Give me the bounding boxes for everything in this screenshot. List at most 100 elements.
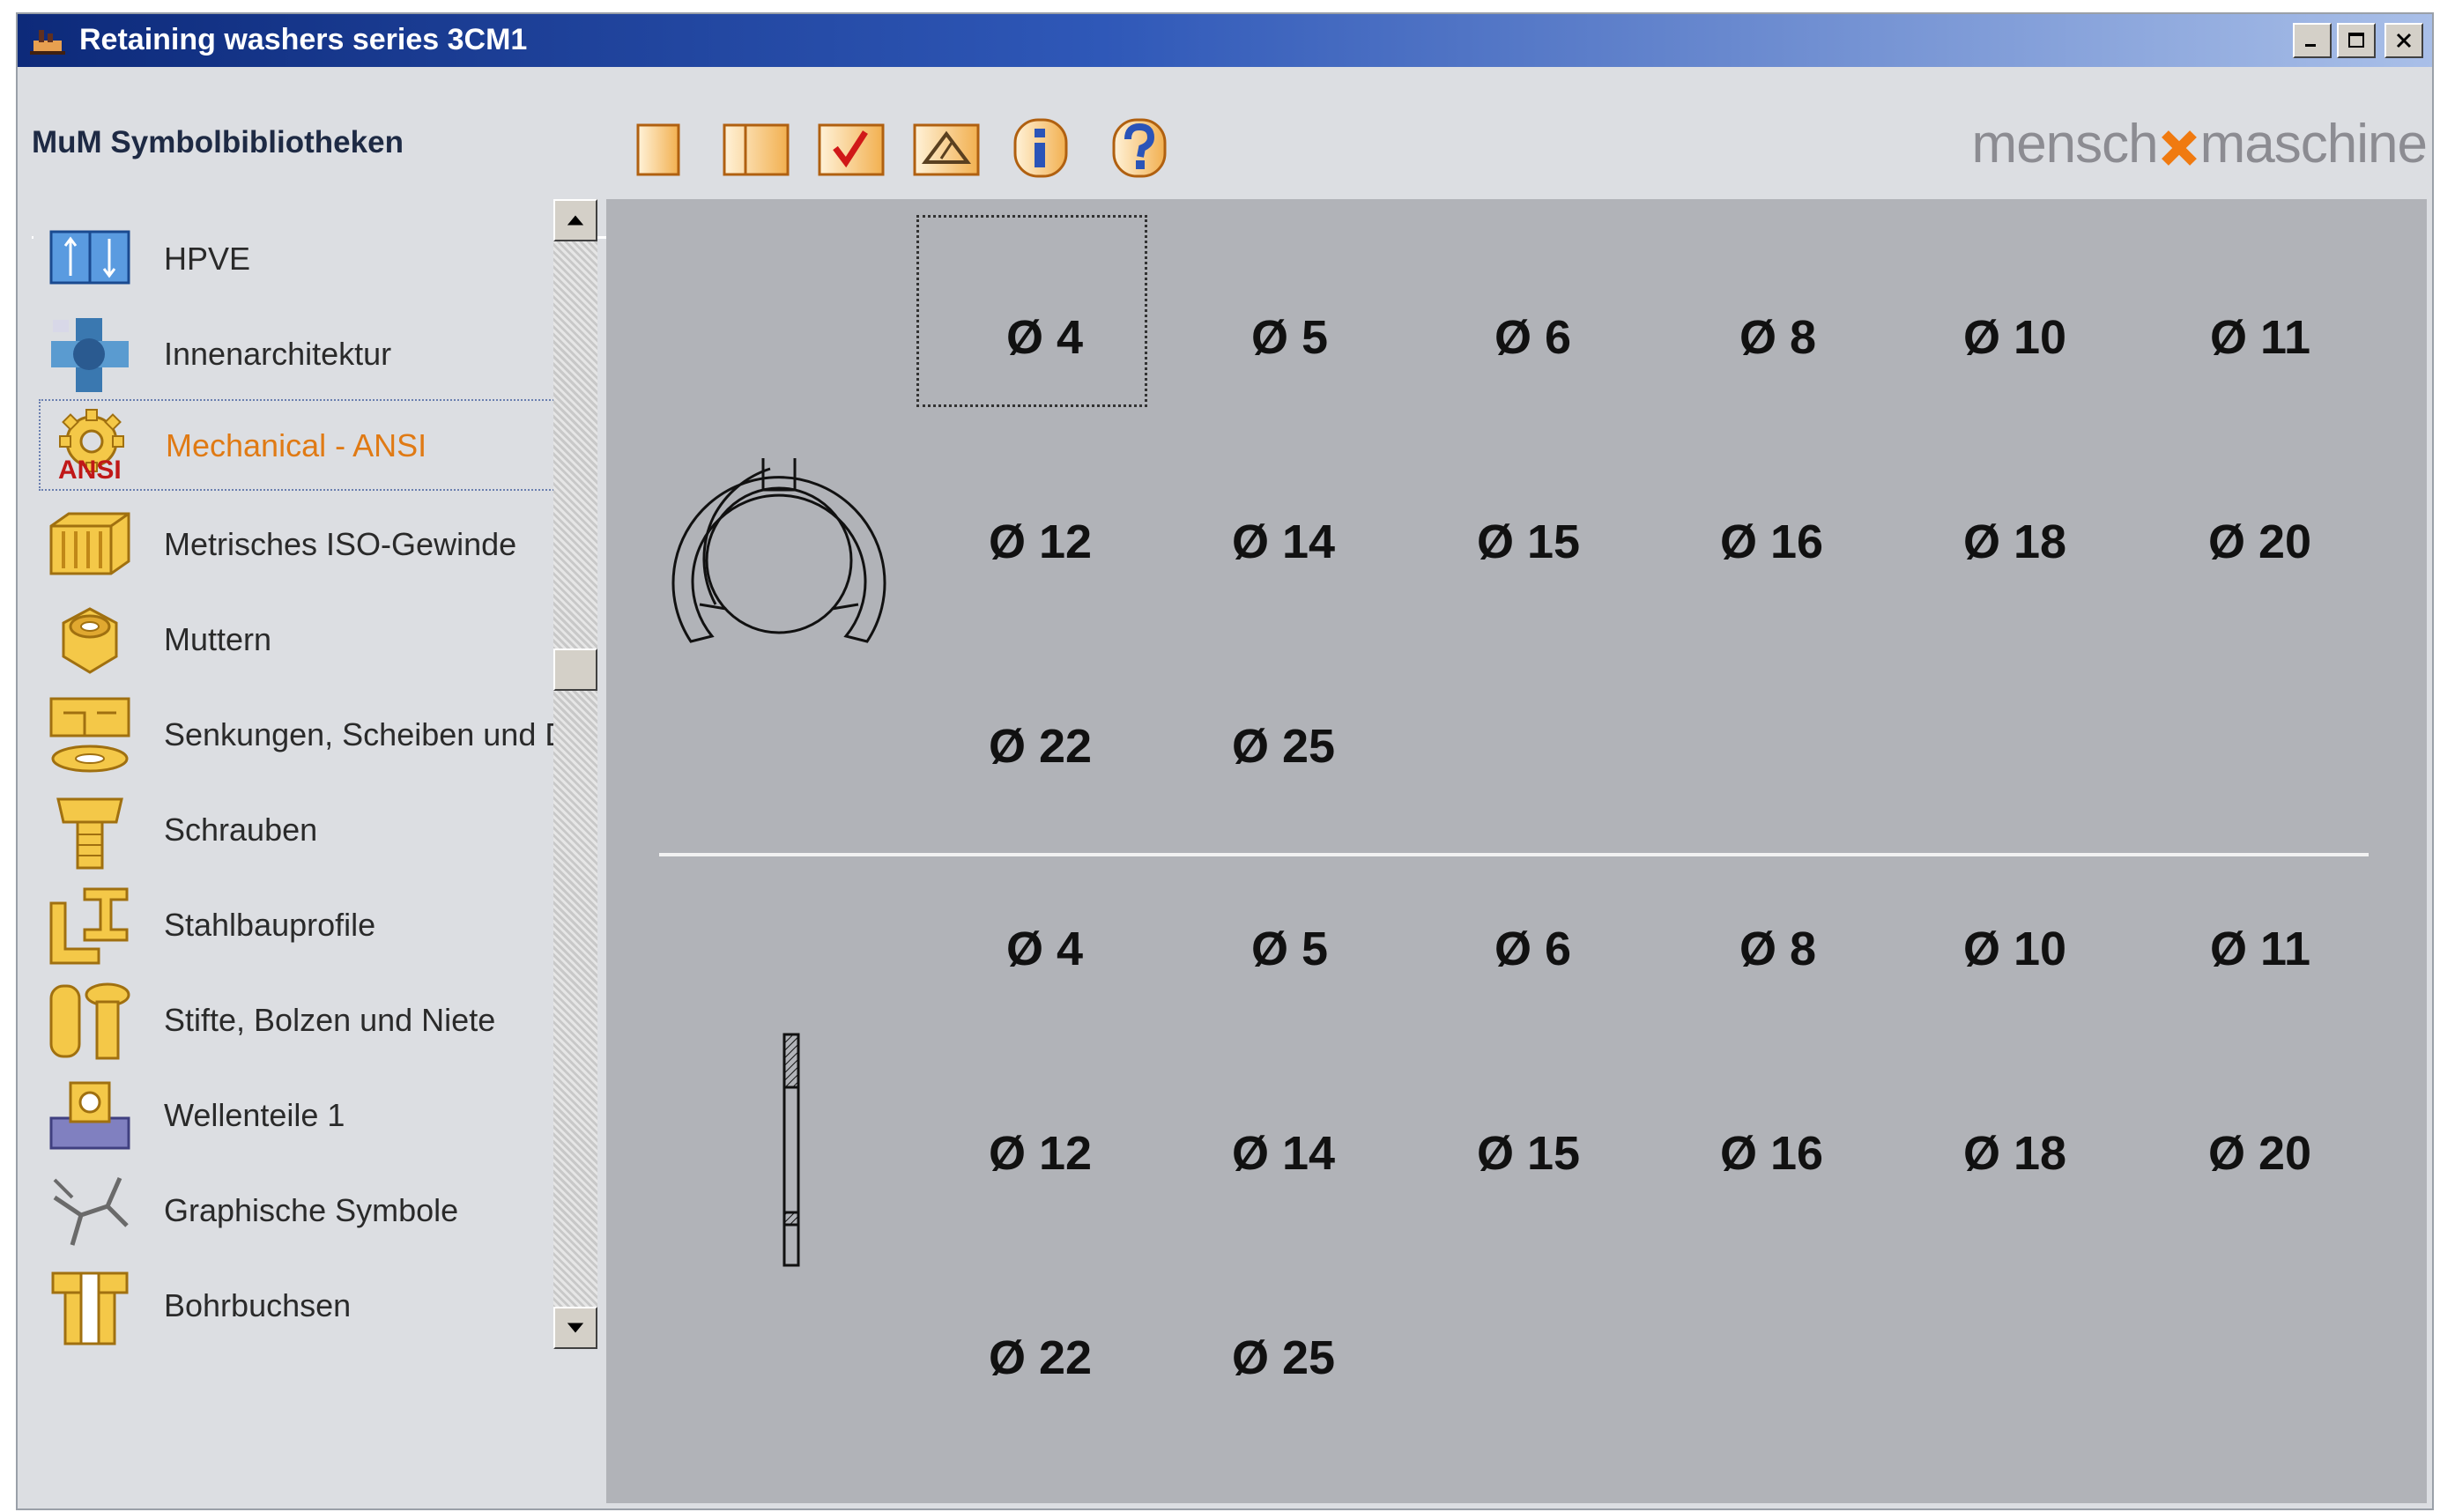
size-item[interactable]: Ø 18: [1963, 1126, 2066, 1181]
library-item-label: Muttern: [164, 621, 272, 657]
blank-page-icon: [636, 123, 680, 176]
library-item-graphische-symbole[interactable]: Graphische Symbole: [39, 1166, 567, 1257]
insert-button[interactable]: [909, 116, 983, 180]
size-item[interactable]: Ø 14: [1232, 1126, 1335, 1181]
library-item-stahlbauprofile[interactable]: Stahlbauprofile: [39, 880, 567, 972]
insert-shape-icon: [913, 123, 980, 176]
app-window: Retaining washers series 3CM1 MuM Symbol…: [16, 12, 2434, 1510]
size-item[interactable]: Ø 4: [916, 215, 1148, 407]
size-item[interactable]: Ø 12: [989, 1126, 1092, 1181]
close-button[interactable]: [2384, 23, 2423, 58]
library-title: MuM Symbolbibliotheken: [32, 125, 404, 159]
ansi-badge: ANSI: [58, 456, 122, 485]
library-item-label: Wellenteile 1: [164, 1097, 345, 1133]
minimize-icon: [2305, 44, 2316, 47]
size-item[interactable]: Ø 14: [1232, 515, 1335, 569]
library-item-label: Stahlbauprofile: [164, 907, 376, 943]
library-item-label: Innenarchitektur: [164, 336, 392, 372]
title-bar[interactable]: Retaining washers series 3CM1: [18, 14, 2432, 67]
new-page-button[interactable]: [626, 116, 689, 180]
size-item[interactable]: Ø 6: [1494, 922, 1571, 976]
pin-icon: [49, 982, 130, 1060]
library-item-mechanical-ansi[interactable]: ANSI Mechanical - ANSI: [39, 399, 567, 491]
size-item[interactable]: Ø 22: [989, 1330, 1092, 1385]
bushing-icon: [51, 1271, 129, 1345]
library-item-metrisches-iso-gewinde[interactable]: Metrisches ISO-Gewinde: [39, 500, 567, 591]
help-icon: [1112, 118, 1167, 178]
library-item-label: Mechanical - ANSI: [166, 427, 427, 463]
check-button[interactable]: [814, 116, 888, 180]
scroll-down-button[interactable]: [553, 1307, 597, 1349]
help-button[interactable]: [1107, 116, 1170, 180]
size-item[interactable]: Ø 5: [1251, 922, 1328, 976]
library-item-innenarchitektur[interactable]: Innenarchitektur: [39, 309, 567, 401]
size-item[interactable]: Ø 16: [1720, 515, 1823, 569]
interior-icon: [51, 318, 129, 392]
library-item-label: Metrisches ISO-Gewinde: [164, 526, 517, 562]
info-button[interactable]: [1008, 116, 1072, 180]
size-item[interactable]: Ø 12: [989, 515, 1092, 569]
maximize-icon: [2348, 33, 2364, 48]
maximize-button[interactable]: [2337, 23, 2376, 58]
library-item-label: Stifte, Bolzen und Niete: [164, 1002, 496, 1038]
arrow-up-icon: [567, 215, 584, 226]
size-item[interactable]: Ø 15: [1477, 1126, 1580, 1181]
retaining-washer-side-view: [782, 1033, 800, 1267]
nut-icon: [62, 607, 118, 674]
library-item-stifte-bolzen[interactable]: Stifte, Bolzen und Niete: [39, 975, 567, 1067]
library-item-label: Senkungen, Scheiben und Du: [164, 716, 571, 752]
size-item[interactable]: Ø 20: [2208, 1126, 2311, 1181]
hpve-icon: [49, 230, 130, 285]
size-item[interactable]: Ø 18: [1963, 515, 2066, 569]
minimize-button[interactable]: [2293, 23, 2332, 58]
close-icon: [2396, 33, 2412, 48]
info-icon: [1013, 118, 1068, 178]
size-item[interactable]: Ø 6: [1494, 310, 1571, 365]
scroll-up-button[interactable]: [553, 199, 597, 241]
library-list[interactable]: HPVE Innenarchitektur ANSI Mechanical - …: [33, 195, 571, 1503]
size-item[interactable]: Ø 8: [1739, 922, 1816, 976]
app-icon: [30, 30, 65, 55]
size-item[interactable]: Ø 22: [989, 719, 1092, 774]
size-item[interactable]: Ø 15: [1477, 515, 1580, 569]
scroll-thumb[interactable]: [553, 649, 597, 691]
split-view-button[interactable]: [719, 116, 793, 180]
logo-right-text: maschine: [2199, 114, 2428, 174]
screw-icon: [56, 797, 123, 870]
checkmark-page-icon: [818, 123, 885, 176]
split-page-icon: [723, 123, 790, 176]
library-item-wellenteile[interactable]: Wellenteile 1: [39, 1071, 567, 1162]
size-item[interactable]: Ø 8: [1739, 310, 1816, 365]
arrow-down-icon: [567, 1323, 584, 1333]
window-title: Retaining washers series 3CM1: [79, 23, 528, 56]
logo-left-text: mensch: [1971, 114, 2159, 174]
library-item-label: Schrauben: [164, 812, 318, 848]
size-item[interactable]: Ø 10: [1963, 310, 2066, 365]
size-item[interactable]: Ø 20: [2208, 515, 2311, 569]
library-item-bohrbuchsen[interactable]: Bohrbuchsen: [39, 1261, 567, 1353]
size-item[interactable]: Ø 25: [1232, 1330, 1335, 1385]
view-separator: [659, 853, 2369, 856]
library-item-label: Graphische Symbole: [164, 1192, 459, 1228]
shaft-part-icon: [49, 1081, 130, 1150]
size-item[interactable]: Ø 25: [1232, 719, 1335, 774]
size-item[interactable]: Ø 16: [1720, 1126, 1823, 1181]
size-item[interactable]: Ø 4: [1006, 922, 1083, 976]
library-item-senkungen[interactable]: Senkungen, Scheiben und Du: [39, 690, 571, 782]
size-item[interactable]: Ø 11: [2210, 310, 2310, 365]
size-item[interactable]: Ø 10: [1963, 922, 2066, 976]
size-item[interactable]: Ø 11: [2210, 922, 2310, 976]
library-item-muttern[interactable]: Muttern: [39, 595, 567, 686]
logo-x-icon: [2161, 130, 2197, 166]
library-item-schrauben[interactable]: Schrauben: [39, 785, 567, 877]
library-item-label: HPVE: [164, 241, 251, 277]
mensch-maschine-logo: mensch maschine: [1971, 113, 2428, 175]
retaining-washer-top-view: [671, 458, 886, 643]
library-item-hpve[interactable]: HPVE: [39, 214, 567, 306]
library-scrollbar[interactable]: [553, 199, 597, 1349]
symbol-panel: Ø 4 Ø 5 Ø 6 Ø 8 Ø 10 Ø 11 Ø 12 Ø 14 Ø 15…: [606, 199, 2427, 1503]
washer-icon: [49, 697, 130, 773]
steel-profile-icon: [49, 887, 129, 965]
size-item[interactable]: Ø 5: [1251, 310, 1328, 365]
thread-icon: [49, 512, 130, 575]
